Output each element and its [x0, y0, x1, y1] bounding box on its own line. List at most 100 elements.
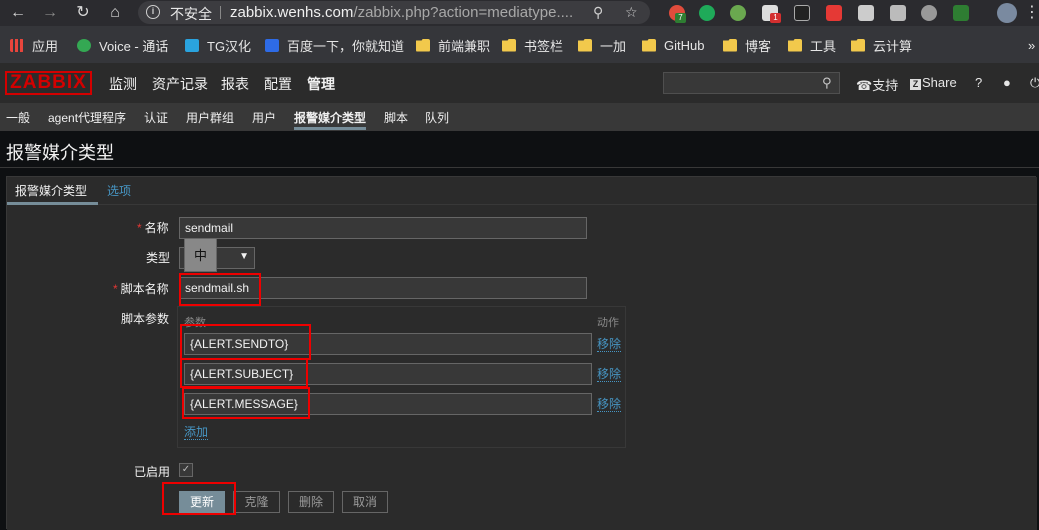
extension-icon-3[interactable]: [730, 5, 746, 21]
telegram-icon: [185, 38, 199, 52]
baidu-icon: [265, 38, 279, 52]
search-icon[interactable]: ⚲: [822, 75, 832, 91]
logout-icon[interactable]: ⏻: [1030, 75, 1039, 91]
reader-extension-icon[interactable]: [858, 5, 874, 21]
support-link[interactable]: ☎支持: [856, 75, 898, 94]
submenu-general[interactable]: 一般: [6, 109, 30, 126]
param-remove-link[interactable]: 移除: [597, 397, 622, 412]
bookmarks-bar: 应用 Voice - 通话 TG汉化 百度一下，你就知道 前端兼职 书签栏 一加…: [0, 26, 1039, 63]
bookmark-bookmarks[interactable]: 书签栏: [502, 36, 563, 54]
param-input-sendto[interactable]: {ALERT.SENDTO}: [184, 333, 592, 355]
ime-indicator: 中: [184, 238, 217, 272]
enabled-checkbox[interactable]: ✓: [179, 463, 193, 477]
bookmark-label: GitHub: [664, 37, 705, 53]
support-label: 支持: [872, 78, 899, 93]
reload-icon[interactable]: ↻: [73, 3, 93, 23]
delete-button[interactable]: 删除: [288, 491, 334, 513]
global-search-input[interactable]: [663, 72, 840, 94]
bookmark-star-icon[interactable]: ☆: [625, 4, 638, 21]
forward-icon[interactable]: →: [40, 3, 60, 23]
add-param-link[interactable]: 添加: [184, 425, 209, 440]
form-tabs: 报警媒介类型 选项: [7, 177, 1037, 205]
menu-reports[interactable]: 报表: [221, 74, 249, 94]
param-input-subject[interactable]: {ALERT.SUBJECT}: [184, 363, 592, 385]
bookmark-cloud[interactable]: 云计算: [851, 36, 912, 54]
info-icon[interactable]: i: [146, 5, 160, 19]
bookmark-label: »: [1028, 37, 1036, 53]
bookmark-label: 百度一下，你就知道: [287, 38, 405, 54]
bookmark-label: 工具: [810, 38, 837, 54]
url-text[interactable]: zabbix.wenhs.com/zabbix.php?action=media…: [230, 4, 573, 21]
enabled-label: 已启用: [134, 465, 171, 479]
submenu-media-types[interactable]: 报警媒介类型: [294, 109, 366, 126]
bookmark-label: 应用: [32, 38, 59, 54]
gauge-extension-icon[interactable]: [921, 5, 937, 21]
profile-avatar[interactable]: [997, 3, 1017, 23]
bookmark-frontend[interactable]: 前端兼职: [416, 36, 490, 54]
folder-icon: [788, 38, 802, 52]
param-remove-link[interactable]: 移除: [597, 367, 622, 382]
folder-icon: [642, 38, 656, 52]
bookmark-baidu[interactable]: 百度一下，你就知道: [265, 36, 404, 54]
menu-inventory[interactable]: 资产记录: [152, 74, 208, 94]
bookmark-github[interactable]: GitHub: [642, 36, 704, 54]
script-params-label: 脚本参数: [121, 312, 170, 326]
submenu-scripts[interactable]: 脚本: [384, 109, 408, 126]
key-extension-icon[interactable]: [794, 5, 810, 21]
name-label-text: 名称: [144, 221, 169, 235]
param-remove-link[interactable]: 移除: [597, 337, 622, 352]
bookmark-tools[interactable]: 工具: [788, 36, 836, 54]
admin-submenu: 一般 agent代理程序 认证 用户群组 用户 报警媒介类型 脚本 队列: [0, 103, 1039, 131]
zoom-search-icon[interactable]: ⚲: [593, 4, 603, 21]
submenu-user-groups[interactable]: 用户群组: [186, 109, 234, 126]
address-bar[interactable]: i 不安全 zabbix.wenhs.com/zabbix.php?action…: [138, 1, 650, 24]
location-extension-icon[interactable]: [890, 5, 906, 21]
share-link[interactable]: Z Share: [910, 75, 957, 90]
folder-icon: [502, 38, 516, 52]
script-name-label-text: 脚本名称: [120, 282, 169, 296]
bookmark-tg[interactable]: TG汉化: [185, 36, 251, 54]
omnibox-separator: [220, 6, 221, 19]
param-input-message[interactable]: {ALERT.MESSAGE}: [184, 393, 592, 415]
tab-media-type[interactable]: 报警媒介类型: [15, 182, 87, 199]
update-button[interactable]: 更新: [179, 491, 225, 513]
bookmark-voice[interactable]: Voice - 通话: [77, 36, 168, 54]
submenu-proxies[interactable]: agent代理程序: [48, 109, 126, 126]
video-extension-icon[interactable]: [826, 5, 842, 21]
bookmark-label: 云计算: [873, 38, 913, 54]
bookmark-blog[interactable]: 博客: [723, 36, 771, 54]
type-label: 类型: [146, 251, 171, 265]
submenu-queue[interactable]: 队列: [425, 109, 449, 126]
bookmark-label: 博客: [745, 38, 772, 54]
menu-administration[interactable]: 管理: [307, 74, 335, 94]
cancel-button[interactable]: 取消: [342, 491, 388, 513]
help-link[interactable]: ?: [975, 75, 982, 90]
tab-options[interactable]: 选项: [107, 182, 131, 199]
user-profile-icon[interactable]: ●: [1003, 75, 1011, 90]
zabbix-header: ZABBIX 监测 资产记录 报表 配置 管理 ⚲ ☎支持 Z Share ? ●…: [0, 63, 1039, 103]
url-host: zabbix.wenhs.com: [230, 4, 354, 21]
extension-icon-2[interactable]: [699, 5, 715, 21]
name-label: * 名称: [137, 219, 169, 236]
menu-monitoring[interactable]: 监测: [109, 74, 137, 94]
submenu-authentication[interactable]: 认证: [144, 109, 168, 126]
folder-icon: [851, 38, 865, 52]
extension-badge-1: 7: [675, 13, 686, 23]
bookmark-oneplus[interactable]: 一加: [578, 36, 626, 54]
clone-button[interactable]: 克隆: [233, 491, 280, 513]
bookmark-label: 书签栏: [524, 38, 564, 54]
name-input[interactable]: sendmail: [179, 217, 587, 239]
home-icon[interactable]: ⌂: [105, 3, 125, 23]
bookmark-apps[interactable]: 应用: [10, 36, 58, 54]
c-extension-icon[interactable]: [953, 5, 969, 21]
script-name-input[interactable]: sendmail.sh: [179, 277, 587, 299]
submenu-users[interactable]: 用户: [252, 109, 276, 126]
back-icon[interactable]: ←: [8, 3, 28, 23]
checkmark-icon: ✓: [181, 464, 191, 475]
folder-icon: [578, 38, 592, 52]
menu-configuration[interactable]: 配置: [264, 74, 292, 94]
bookmark-overflow[interactable]: »: [1028, 36, 1035, 54]
menu-icon[interactable]: ⋮: [1024, 3, 1039, 23]
zabbix-logo[interactable]: ZABBIX: [5, 71, 92, 95]
voice-icon: [77, 38, 91, 52]
